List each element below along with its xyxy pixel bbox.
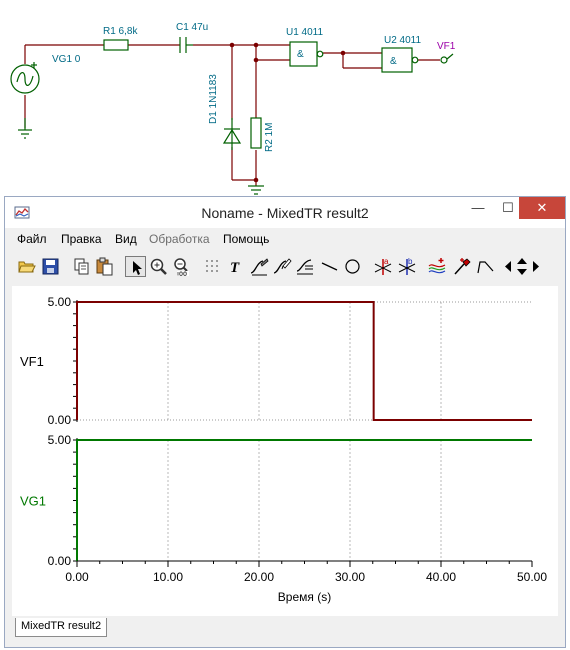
r2-label: R2 1M — [264, 123, 275, 152]
menu-process[interactable]: Обработка — [149, 232, 210, 246]
zoom-in-icon[interactable] — [148, 256, 169, 277]
vf1-label: VF1 — [437, 41, 456, 52]
text-icon[interactable]: T — [226, 256, 247, 277]
arrow-left-icon[interactable] — [502, 256, 514, 277]
y-tick-label: 5.00 — [48, 295, 72, 309]
svg-text:T: T — [230, 260, 240, 276]
pointer-icon[interactable] — [125, 256, 146, 277]
menu-edit[interactable]: Правка — [61, 232, 102, 246]
grid-icon[interactable] — [202, 256, 223, 277]
arrow-right-icon[interactable] — [530, 256, 542, 277]
arrow-updown-icon[interactable] — [515, 256, 529, 277]
c1-label: C1 47u — [176, 22, 208, 33]
y-tick-label: 5.00 — [48, 433, 72, 447]
u2-gate-symbol: & — [390, 56, 397, 67]
title-bar[interactable]: Noname - MixedTR result2 — ☐ ✕ — [5, 197, 565, 228]
curve-graph-icon[interactable] — [295, 256, 316, 277]
u1-label: U1 4011 — [286, 27, 324, 38]
cursor-a-icon[interactable]: a — [373, 256, 394, 277]
menu-file[interactable]: Файл — [17, 232, 47, 246]
circuit-schematic: VG1 0 R1 6,8k C1 47u U1 4011 U2 4011 D1 … — [10, 22, 456, 195]
x-tick-label: 50.00 — [517, 570, 547, 584]
mixedtr-result-window: Noname - MixedTR result2 — ☐ ✕ Файл Прав… — [4, 196, 566, 648]
open-icon[interactable] — [16, 256, 37, 277]
toolbar: T a b — [5, 252, 565, 282]
vg1-label: VG1 0 — [52, 54, 81, 65]
series-line-vf1 — [76, 301, 532, 421]
tab-mixedtr-result2[interactable]: MixedTR result2 — [15, 618, 108, 637]
ellipse-icon[interactable] — [342, 256, 363, 277]
zoom-100-icon[interactable] — [171, 256, 192, 277]
step-icon[interactable] — [475, 256, 496, 277]
y-tick-label: 0.00 — [48, 413, 72, 427]
u1-gate-symbol: & — [297, 49, 304, 60]
y-axis-label: VG1 — [20, 494, 46, 509]
x-tick-label: 20.00 — [244, 570, 274, 584]
x-tick-label: 30.00 — [335, 570, 365, 584]
x-tick-label: 0.00 — [65, 570, 89, 584]
close-button[interactable]: ✕ — [519, 197, 565, 219]
series-line-vg1 — [76, 439, 532, 561]
save-icon[interactable] — [40, 256, 61, 277]
d1-label: D1 1N1183 — [208, 74, 219, 124]
r1-label: R1 6,8k — [103, 26, 138, 37]
u2-label: U2 4011 — [384, 35, 422, 46]
line-icon[interactable] — [319, 256, 340, 277]
cursor-b-icon[interactable]: b — [397, 256, 418, 277]
document-tab-strip: MixedTR result2 — [12, 618, 558, 638]
waves-icon[interactable] — [427, 256, 448, 277]
curve-edit-icon[interactable] — [272, 256, 293, 277]
waveform-chart[interactable]: 5.00 0.00 VF1 5.00 0.00 VG1 0.00 10.00 20.00 30.0… — [12, 286, 558, 616]
paste-icon[interactable] — [94, 256, 115, 277]
minimize-button[interactable]: — — [463, 197, 493, 219]
probe-icon[interactable] — [451, 256, 472, 277]
x-tick-label: 40.00 — [426, 570, 456, 584]
menu-bar: Файл Правка Вид Обработка Помощь — [5, 228, 565, 250]
y-tick-label: 0.00 — [48, 554, 72, 568]
x-tick-label: 10.00 — [153, 570, 183, 584]
y-axis-label: VF1 — [20, 354, 44, 369]
svg-text:b: b — [408, 257, 413, 266]
copy-icon[interactable] — [71, 256, 92, 277]
menu-help[interactable]: Помощь — [223, 232, 269, 246]
x-axis-label: Время (s) — [278, 590, 331, 604]
curve-tool-icon[interactable] — [249, 256, 270, 277]
svg-text:a: a — [384, 257, 389, 266]
menu-view[interactable]: Вид — [115, 232, 137, 246]
